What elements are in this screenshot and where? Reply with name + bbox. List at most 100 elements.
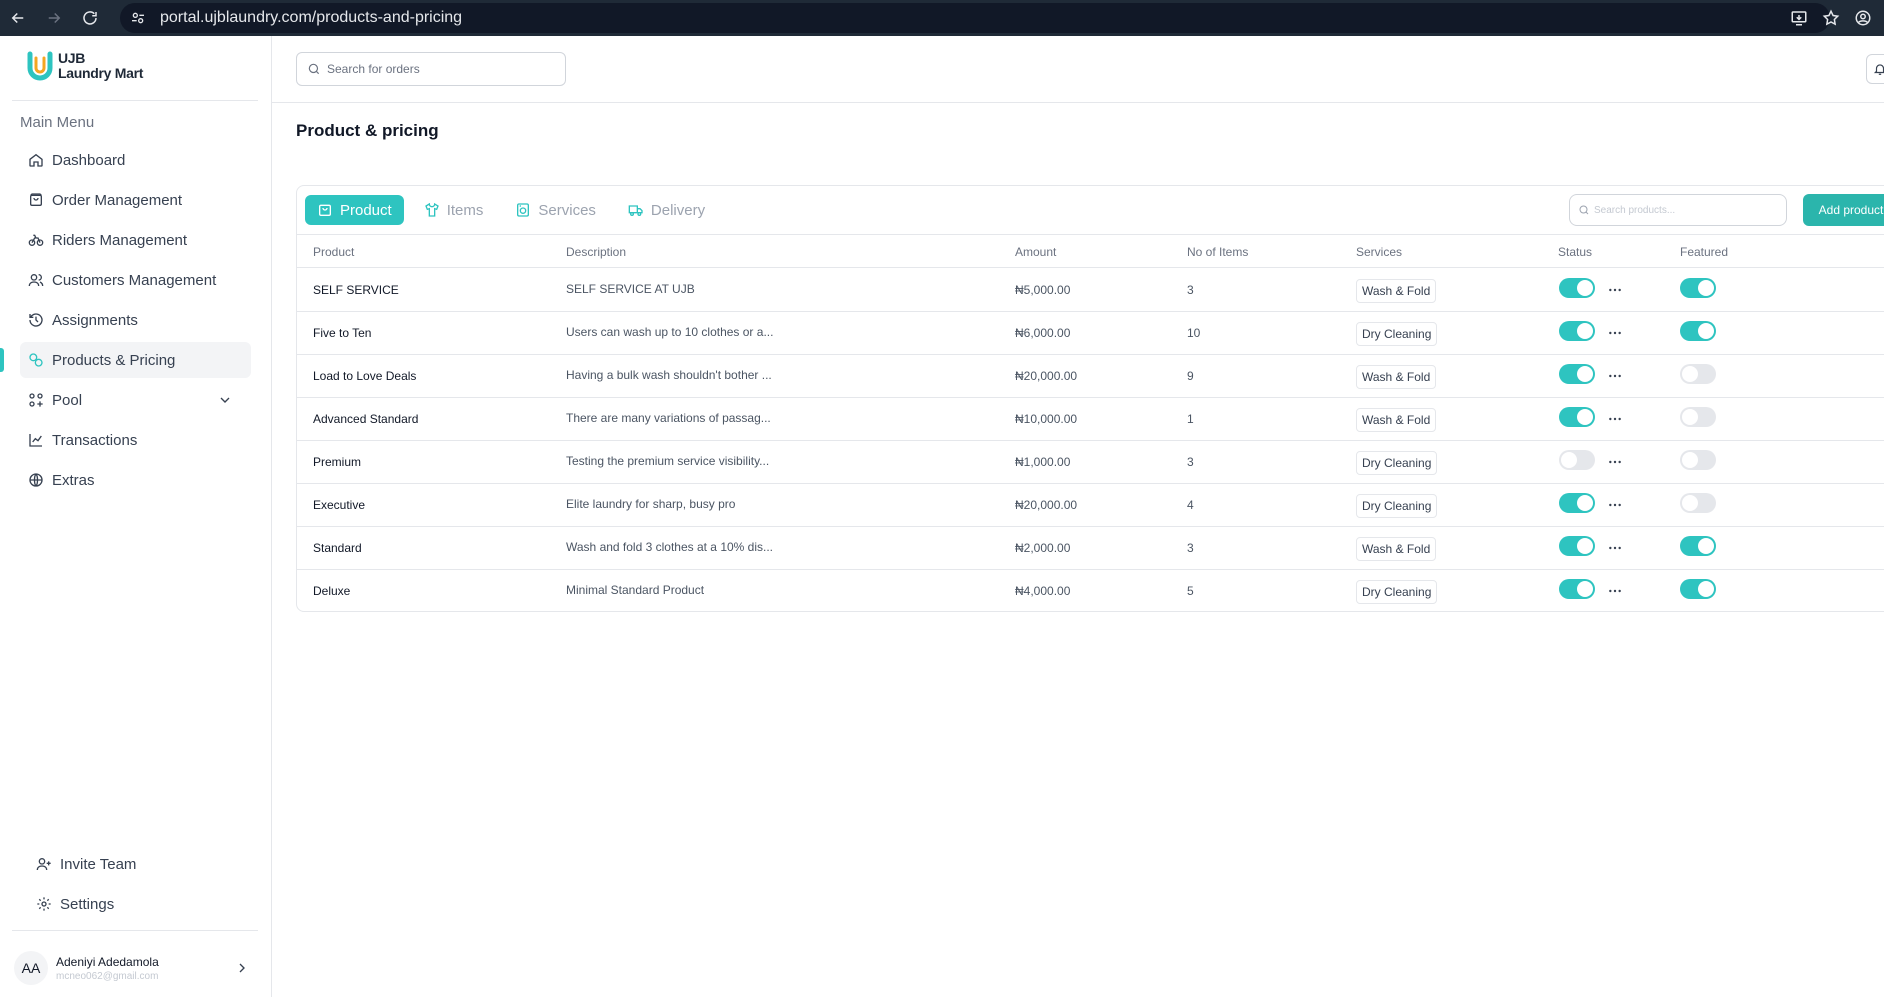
row-actions-button[interactable] [1605,495,1625,515]
tab-services[interactable]: Services [503,195,608,225]
bottom-menu: Invite Team Settings [28,846,248,926]
cell-product: Standard [313,541,362,555]
row-actions-button[interactable] [1605,581,1625,601]
cell-product: Premium [313,455,362,469]
search-icon [1579,205,1589,215]
add-product-button[interactable]: Add product [1803,194,1884,226]
cell-product: SELF SERVICE [313,283,399,297]
status-toggle[interactable] [1559,493,1595,513]
washer-icon [517,203,530,217]
status-toggle[interactable] [1559,407,1595,427]
table-row: Premium Testing the premium service visib… [297,441,1884,484]
cell-amount: ₦1,000.00 [1015,455,1071,469]
featured-toggle[interactable] [1680,364,1716,384]
status-toggle[interactable] [1559,536,1595,556]
profile-icon[interactable] [1854,9,1872,27]
toggle-knob [1698,323,1714,339]
cell-no-of-items: 3 [1187,283,1194,297]
featured-toggle[interactable] [1680,407,1716,427]
brand-logo[interactable]: UJB Laundry Mart [26,50,143,82]
row-actions-button[interactable] [1605,409,1625,429]
tab-items[interactable]: Items [412,195,496,225]
toggle-knob [1577,323,1593,339]
sidebar-item-dashboard[interactable]: Dashboard [20,142,251,178]
featured-toggle[interactable] [1680,450,1716,470]
status-toggle[interactable] [1559,364,1595,384]
status-toggle[interactable] [1559,321,1595,341]
gear-icon [37,897,51,911]
product-search-input[interactable] [1594,204,1784,216]
column-header-amount: Amount [1015,245,1057,259]
arrow-right-icon [48,12,61,24]
bell-icon [1873,64,1884,75]
sidebar-item-order-management[interactable]: Order Management [20,182,251,218]
service-badge: Dry Cleaning [1356,322,1438,346]
table-row: Executive Elite laundry for sharp, busy p… [297,484,1884,527]
toggle-knob [1682,409,1698,425]
more-horizontal-icon [1609,503,1621,507]
tag-icon [29,353,43,367]
featured-toggle[interactable] [1680,579,1716,599]
shirt-icon [424,202,439,217]
featured-toggle[interactable] [1680,321,1716,341]
more-horizontal-icon [1609,288,1621,292]
status-toggle[interactable] [1559,450,1595,470]
menu-title: Main Menu [20,114,95,131]
cell-no-of-items: 10 [1187,326,1201,340]
sidebar-item-pool[interactable]: Pool [20,382,251,418]
site-settings-icon[interactable] [130,9,148,27]
sidebar-item-products-pricing[interactable]: Products & Pricing [0,342,251,378]
search-input[interactable] [327,62,547,76]
sidebar-item-label: Pool [52,391,83,409]
settings-button[interactable]: Settings [28,886,248,922]
main-menu: Dashboard Order Management Riders Manage… [0,142,251,502]
forward-button[interactable] [36,0,72,36]
row-actions-button[interactable] [1605,366,1625,386]
chevron-right-icon[interactable] [234,960,250,976]
bookmark-star-icon[interactable] [1822,9,1840,27]
pool-icon [29,393,43,407]
address-bar[interactable]: portal.ujblaundry.com/products-and-prici… [120,3,1830,33]
cell-no-of-items: 3 [1187,541,1194,555]
cell-product: Load to Love Deals [313,369,417,383]
table-header: Product Description Amount No of Items S… [297,235,1884,268]
sidebar-item-transactions[interactable]: Transactions [20,422,251,458]
service-badge: Wash & Fold [1356,408,1437,432]
sidebar-item-customers-management[interactable]: Customers Management [20,262,251,298]
tab-product[interactable]: Product [305,195,404,225]
chevron-down-icon[interactable] [217,392,233,408]
sidebar-item-assignments[interactable]: Assignments [20,302,251,338]
cell-description: Having a bulk wash shouldn't bother ... [566,368,772,382]
tab-delivery[interactable]: Delivery [616,195,717,225]
sidebar-item-riders-management[interactable]: Riders Management [20,222,251,258]
invite-team-button[interactable]: Invite Team [28,846,248,882]
user-profile[interactable]: AA Adeniyi Adedamola mcneo062@gmail.com [14,948,258,988]
bag-icon [30,193,42,206]
sidebar-item-extras[interactable]: Extras [20,462,251,498]
notifications-button[interactable] [1866,54,1884,84]
row-actions-button[interactable] [1605,538,1625,558]
cell-no-of-items: 4 [1187,498,1194,512]
cell-product: Deluxe [313,584,351,598]
order-search [296,52,566,86]
reload-button[interactable] [72,0,108,36]
cell-no-of-items: 3 [1187,455,1194,469]
status-toggle[interactable] [1559,579,1595,599]
cell-no-of-items: 5 [1187,584,1194,598]
status-toggle[interactable] [1559,278,1595,298]
toggle-knob [1682,495,1698,511]
cell-amount: ₦20,000.00 [1015,369,1078,383]
column-header-description: Description [566,245,627,259]
back-button[interactable] [0,0,36,36]
cell-no-of-items: 9 [1187,369,1194,383]
row-actions-button[interactable] [1605,452,1625,472]
featured-toggle[interactable] [1680,493,1716,513]
cell-product: Executive [313,498,366,512]
sidebar-item-label: Extras [52,471,95,489]
featured-toggle[interactable] [1680,278,1716,298]
row-actions-button[interactable] [1605,280,1625,300]
install-app-icon[interactable] [1790,9,1808,27]
featured-toggle[interactable] [1680,536,1716,556]
cell-description: SELF SERVICE AT UJB [566,282,695,296]
row-actions-button[interactable] [1605,323,1625,343]
